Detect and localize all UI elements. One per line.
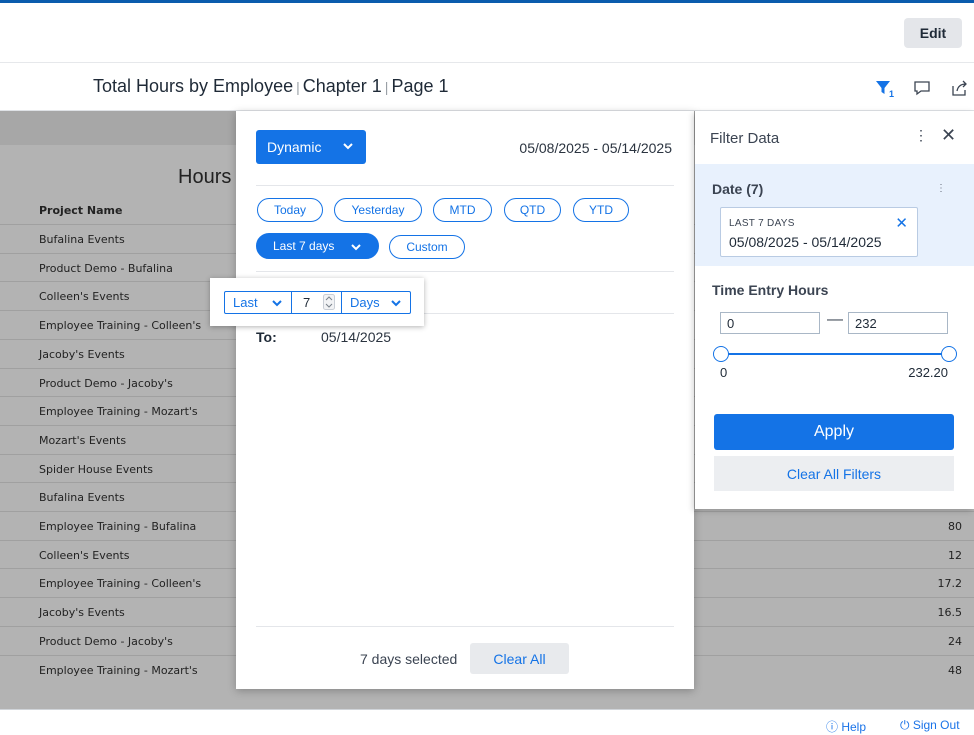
date-filter-panel: Dynamic 05/08/2025 - 05/14/2025 Today Ye… (236, 111, 694, 689)
unit-label: Days (350, 295, 380, 310)
report-title-bar: Total Hours by Employee | Chapter 1 | Page 1… (0, 64, 974, 111)
project-name-cell: Employee Training - Mozart's (39, 405, 198, 419)
sign-out-link[interactable]: ⏻ Sign Out (900, 718, 960, 733)
comment-icon[interactable] (911, 77, 933, 99)
preset-ytd[interactable]: YTD (573, 198, 629, 222)
filter-count-badge: 1 (889, 89, 894, 98)
date-filter-chip[interactable]: LAST 7 DAYS 05/08/2025 - 05/14/2025 ✕ (720, 207, 918, 257)
clear-all-filters-button[interactable]: Clear All Filters (714, 456, 954, 491)
preset-custom[interactable]: Custom (389, 235, 465, 259)
preset-qtd[interactable]: QTD (504, 198, 561, 222)
project-name-cell: Jacoby's Events (39, 606, 125, 620)
preset-last-7-days-label: Last 7 days (273, 239, 335, 253)
share-icon[interactable] (948, 77, 970, 99)
to-label: To: (256, 329, 277, 345)
project-name-cell: Employee Training - Colleen's (39, 577, 202, 591)
max-hours-input[interactable]: 232 (848, 312, 948, 334)
project-name-cell: Employee Training - Mozart's (39, 663, 198, 677)
filter-data-panel: Filter Data ⋮ ✕ Date (7) ⋮ LAST 7 DAYS 0… (695, 111, 974, 509)
page-label: Page 1 (391, 76, 449, 96)
column-header-project: Project Name (39, 204, 123, 217)
table-heading: Hours (178, 166, 232, 188)
more-options-icon[interactable]: ⋮ (914, 127, 928, 144)
chevron-down-icon (272, 300, 282, 307)
last-label: Last (233, 295, 258, 310)
date-options-icon[interactable]: ⋮ (936, 183, 946, 194)
report-name: Total Hours by Employee (93, 76, 294, 96)
help-link[interactable]: ⓘ Help (826, 718, 866, 735)
project-name-cell: Bufalina Events (39, 233, 125, 246)
last-n-days-control: Last 7 Days (224, 291, 411, 314)
day-count-value: 7 (303, 295, 311, 310)
edit-button[interactable]: Edit (904, 18, 962, 48)
chevron-down-icon (351, 244, 361, 251)
selected-days-count: 7 days selected (360, 651, 458, 667)
hours-value-cell: 16.5 (937, 606, 963, 620)
project-name-cell: Colleen's Events (39, 548, 130, 562)
apply-button[interactable]: Apply (714, 414, 954, 450)
mode-label: Dynamic (267, 139, 322, 155)
mode-dropdown[interactable]: Dynamic (256, 130, 366, 164)
help-icon: ⓘ (826, 720, 842, 734)
project-name-cell: Product Demo - Bufalina (39, 261, 173, 275)
hours-filter-label: Time Entry Hours (712, 282, 829, 298)
hours-slider-track[interactable] (721, 353, 949, 355)
hours-value-cell: 80 (948, 520, 962, 533)
divider (256, 185, 674, 186)
slider-max-handle[interactable] (941, 346, 957, 362)
slider-min-value: 0 (720, 365, 728, 380)
divider (256, 626, 674, 627)
hours-value-cell: 48 (948, 663, 962, 677)
chevron-down-icon (343, 143, 353, 150)
close-icon[interactable]: ✕ (941, 125, 956, 146)
day-count-stepper[interactable]: 7 (291, 292, 341, 313)
last-select[interactable]: Last (225, 292, 291, 313)
filter-icon[interactable]: 1 (874, 77, 896, 99)
selected-range: 05/08/2025 - 05/14/2025 (519, 140, 672, 156)
date-filter-label: Date (7) (712, 181, 764, 197)
preset-last-7-days[interactable]: Last 7 days (256, 233, 379, 259)
report-title: Total Hours by Employee | Chapter 1 | Page 1 (93, 76, 449, 97)
preset-yesterday[interactable]: Yesterday (334, 198, 422, 222)
remove-filter-icon[interactable]: ✕ (895, 214, 908, 232)
range-dash: — (827, 311, 843, 328)
project-name-cell: Product Demo - Jacoby's (39, 376, 173, 390)
hours-value-cell: 12 (948, 548, 962, 562)
hours-value-cell: 17.2 (937, 577, 963, 591)
chip-caption: LAST 7 DAYS (729, 218, 795, 229)
project-name-cell: Colleen's Events (39, 290, 130, 304)
project-name-cell: Mozart's Events (39, 433, 127, 447)
min-hours-input[interactable]: 0 (720, 312, 820, 334)
hours-value-cell: 24 (948, 634, 962, 648)
title-separator: | (384, 79, 389, 95)
last-n-days-popup: Last 7 Days (210, 278, 424, 326)
preset-today[interactable]: Today (257, 198, 323, 222)
project-name-cell: Employee Training - Bufalina (39, 520, 197, 533)
page-footer: ⓘ Help ⏻ Sign Out (0, 709, 974, 734)
divider (256, 271, 674, 272)
project-name-cell: Product Demo - Jacoby's (39, 634, 173, 648)
project-name-cell: Bufalina Events (39, 491, 125, 505)
filter-panel-title: Filter Data (710, 130, 780, 147)
title-separator: | (296, 79, 300, 95)
slider-max-value: 232.20 (908, 365, 948, 380)
project-name-cell: Spider House Events (39, 462, 154, 476)
help-label: Help (841, 720, 867, 734)
date-filter-section: Date (7) ⋮ LAST 7 DAYS 05/08/2025 - 05/1… (695, 164, 974, 266)
top-toolbar: Edit (0, 3, 974, 63)
preset-mtd[interactable]: MTD (433, 198, 492, 222)
project-name-cell: Employee Training - Colleen's (39, 319, 202, 333)
project-name-cell: Jacoby's Events (39, 347, 125, 361)
to-date-value: 05/14/2025 (321, 329, 392, 345)
chip-value: 05/08/2025 - 05/14/2025 (729, 234, 882, 250)
chevron-down-icon (391, 300, 401, 307)
unit-select[interactable]: Days (341, 292, 410, 313)
slider-min-handle[interactable] (713, 346, 729, 362)
chapter-label: Chapter 1 (302, 76, 382, 96)
clear-all-button[interactable]: Clear All (470, 643, 569, 674)
stepper-arrows-icon[interactable] (323, 294, 335, 310)
